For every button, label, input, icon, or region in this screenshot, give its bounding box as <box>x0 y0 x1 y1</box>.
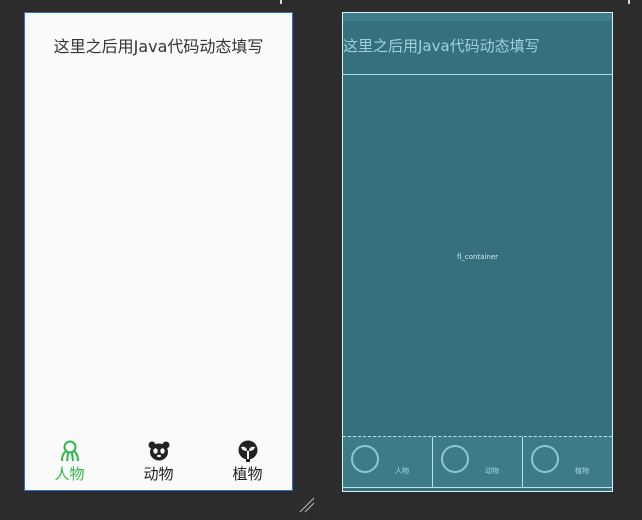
fragment-container-label: fl_container <box>456 253 499 261</box>
blueprint-slot-label: 植物 <box>575 467 589 475</box>
tab-person[interactable]: 人物 <box>30 438 110 484</box>
blueprint-status-bar <box>343 13 612 21</box>
top-tick-left <box>280 0 282 4</box>
tab-plant-label: 植物 <box>232 465 263 483</box>
blueprint-title: 这里之后用Java代码动态填写 <box>343 37 540 55</box>
blueprint-slot-person[interactable]: 人物 <box>343 437 433 487</box>
blueprint-slot-label: 动物 <box>485 467 499 475</box>
bottom-navigation: 人物 动物 植物 <box>25 438 292 484</box>
tab-animal-label: 动物 <box>143 465 174 483</box>
placeholder-circle-icon <box>351 445 379 473</box>
resize-handle[interactable] <box>298 496 316 514</box>
tab-plant[interactable]: 植物 <box>208 438 288 484</box>
person-icon <box>58 440 82 462</box>
blueprint-slot-plant[interactable]: 植物 <box>523 437 612 487</box>
page-title: 这里之后用Java代码动态填写 <box>53 37 264 56</box>
blueprint-preview[interactable]: 这里之后用Java代码动态填写 fl_container 人物 动物 植物 <box>342 12 613 492</box>
blueprint-slot-animal[interactable]: 动物 <box>433 437 523 487</box>
blueprint-slot-label: 人物 <box>395 467 409 475</box>
tab-animal[interactable]: 动物 <box>119 438 199 484</box>
resize-handle-icon <box>299 497 315 513</box>
placeholder-circle-icon <box>531 445 559 473</box>
top-tick-right <box>628 0 630 4</box>
panda-icon <box>147 440 171 462</box>
plant-icon <box>236 440 260 462</box>
placeholder-circle-icon <box>441 445 469 473</box>
layout-editor-canvas: 这里之后用Java代码动态填写 人物 动物 植物 这里之后用Java代码动态填写… <box>0 0 642 520</box>
design-preview[interactable]: 这里之后用Java代码动态填写 人物 动物 植物 <box>24 12 293 491</box>
blueprint-bottom-navigation: 人物 动物 植物 <box>343 436 612 488</box>
tab-person-label: 人物 <box>54 465 85 483</box>
blueprint-title-divider <box>343 74 612 75</box>
